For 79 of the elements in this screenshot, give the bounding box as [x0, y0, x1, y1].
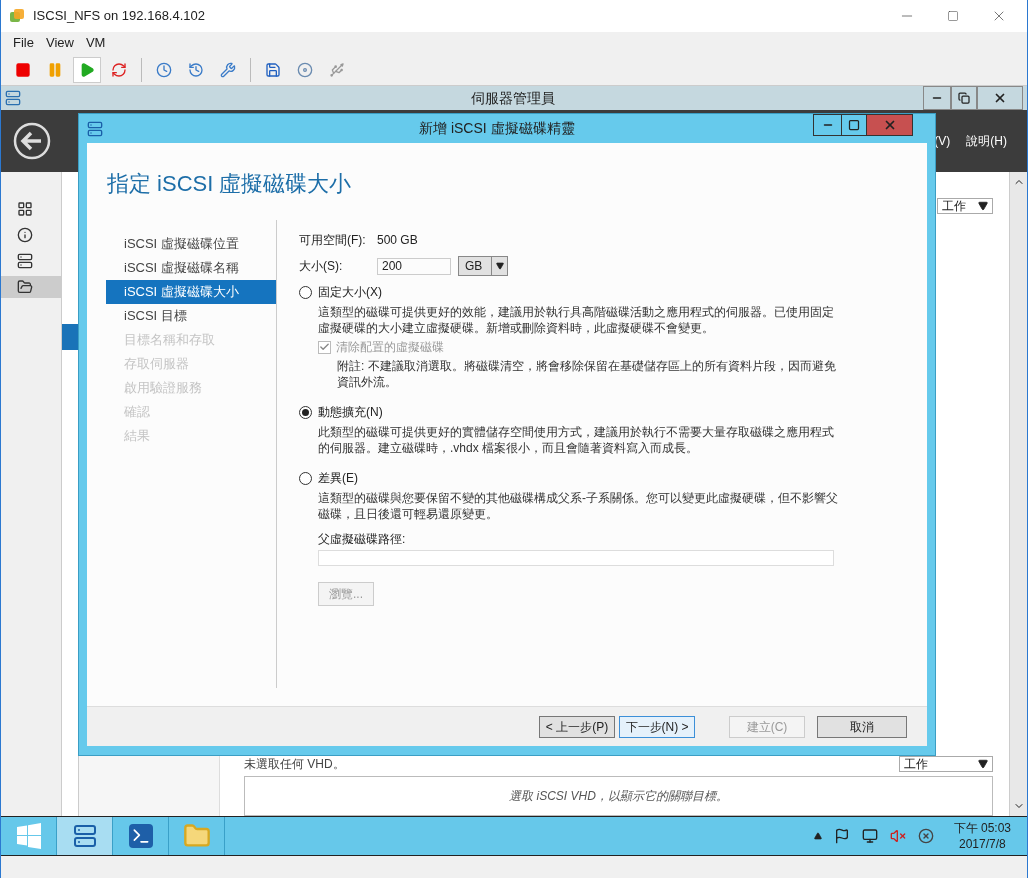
- radio-button[interactable]: [299, 285, 312, 299]
- window-title: ISCSI_NFS on 192.168.4.102: [33, 7, 205, 26]
- restore-icon: [958, 92, 970, 104]
- pause-icon: [47, 61, 63, 78]
- dropdown-arrow-icon: [495, 262, 504, 270]
- field-label: 父虛擬磁碟路徑:: [318, 531, 407, 548]
- server-icon: [17, 253, 33, 269]
- page-heading: 指定 iSCSI 虛擬磁碟大小: [107, 170, 353, 198]
- maximize-icon[interactable]: [947, 10, 959, 22]
- option-label[interactable]: 動態擴充(N): [318, 403, 383, 421]
- wizard-step[interactable]: iSCSI 虛擬磁碟大小: [106, 280, 276, 304]
- close-icon: [993, 91, 1007, 105]
- play-icon: [79, 61, 95, 78]
- wizard-button[interactable]: < 上一步(P): [539, 715, 615, 738]
- field-label: 大小(S):: [299, 258, 344, 275]
- back-icon[interactable]: [13, 122, 51, 160]
- info-icon: [17, 227, 33, 243]
- option-label[interactable]: 固定大小(X): [318, 283, 382, 301]
- window-title: 伺服器管理員: [471, 88, 555, 108]
- grid-icon: [17, 201, 33, 217]
- wizard-button[interactable]: 取消: [817, 715, 907, 738]
- free-space-value: 500 GB: [377, 232, 418, 249]
- unit-dropdown[interactable]: GB: [458, 256, 508, 276]
- dropdown-arrow-icon: [978, 759, 988, 769]
- nav-item[interactable]: [1, 276, 61, 298]
- tasks-dropdown[interactable]: 工作: [937, 198, 993, 214]
- server-manager-icon: [5, 90, 21, 106]
- close-button[interactable]: [977, 86, 1023, 110]
- windows-logo-icon: [15, 823, 42, 849]
- menu-item[interactable]: VM: [85, 33, 106, 53]
- tasks-dropdown[interactable]: 工作: [899, 756, 993, 772]
- disc-icon: [297, 61, 313, 78]
- taskbar-button[interactable]: [57, 817, 113, 855]
- clock-date: 2017/7/8: [958, 836, 1006, 852]
- menu-item[interactable]: View: [45, 33, 74, 53]
- menu-item[interactable]: 說明(H): [966, 132, 1007, 150]
- window-title: 新增 iSCSI 虛擬磁碟精靈: [419, 119, 575, 138]
- refresh-icon: [111, 61, 127, 78]
- note-text: 附註: 不建議取消選取。將磁碟清空，將會移除保留在基礎儲存區上的所有資料片段，因而避免資訊外流。: [337, 358, 837, 390]
- option-label[interactable]: 差異(E): [318, 469, 358, 487]
- usb-icon: [329, 61, 345, 78]
- network-icon[interactable]: [861, 828, 878, 844]
- scrollbar[interactable]: [1009, 172, 1027, 816]
- dropdown-arrow-icon: [978, 201, 988, 211]
- selection-marker: [62, 324, 78, 350]
- wizard-step[interactable]: iSCSI 目標: [106, 304, 276, 328]
- radio-button[interactable]: [299, 471, 312, 485]
- option-description: 這類型的磁碟可提供更好的效能，建議用於執行具高階磁碟活動之應用程式的伺服器。已使用固定虛擬硬碟的大小建立虛擬硬碟。新增或刪除資料時，此虛擬硬碟不會變更。: [318, 304, 835, 336]
- folder-icon: [17, 279, 33, 295]
- wizard-button[interactable]: 下一步(N) >: [619, 715, 695, 738]
- restore-button[interactable]: [951, 86, 977, 110]
- menu-item[interactable]: File: [13, 33, 34, 53]
- minimize-button[interactable]: [923, 86, 951, 110]
- wizard-step[interactable]: iSCSI 虛擬磁碟名稱: [106, 256, 276, 280]
- flag-icon[interactable]: [833, 828, 850, 844]
- option-description: 此類型的磁碟可提供更好的實體儲存空間使用方式，建議用於執行不需要大量存取磁碟之應用程式的伺服器。建立磁碟時，.vhdx 檔案很小，而且會隨著資料寫入而成長。: [318, 424, 835, 456]
- speaker-muted-icon[interactable]: [889, 828, 906, 844]
- maximize-icon: [848, 119, 860, 131]
- clock-rewind-icon: [188, 61, 204, 78]
- empty-message: 選取 iSCSI VHD，以顯示它的關聯目標。: [509, 788, 728, 805]
- size-input[interactable]: 200: [377, 257, 451, 275]
- show-hidden-icons-icon[interactable]: [813, 832, 822, 840]
- clock-time: 下午 05:03: [953, 820, 1011, 836]
- toolbar-button[interactable]: [73, 56, 101, 83]
- minimize-button[interactable]: [813, 114, 842, 136]
- close-circle-icon[interactable]: [917, 828, 934, 844]
- stop-icon: [15, 61, 31, 78]
- terminal-icon: [128, 824, 153, 848]
- wizard-step[interactable]: iSCSI 虛擬磁碟位置: [106, 232, 276, 256]
- path-input[interactable]: [318, 550, 834, 566]
- server-manager-icon: [87, 120, 103, 137]
- radio-button[interactable]: [299, 405, 312, 419]
- folder-icon: [182, 822, 211, 850]
- app-logo-icon: [9, 8, 25, 24]
- clock-icon: [156, 61, 172, 78]
- field-label: 可用空間(F):: [299, 232, 367, 249]
- status-text: 未選取任何 VHD。: [244, 756, 345, 773]
- server-manager-icon: [72, 824, 97, 848]
- option-description: 這類型的磁碟與您要保留不變的其他磁碟構成父系-子系關係。您可以變更此虛擬硬碟，但不影響父磁碟，且日後還可輕易還原變更。: [318, 490, 838, 522]
